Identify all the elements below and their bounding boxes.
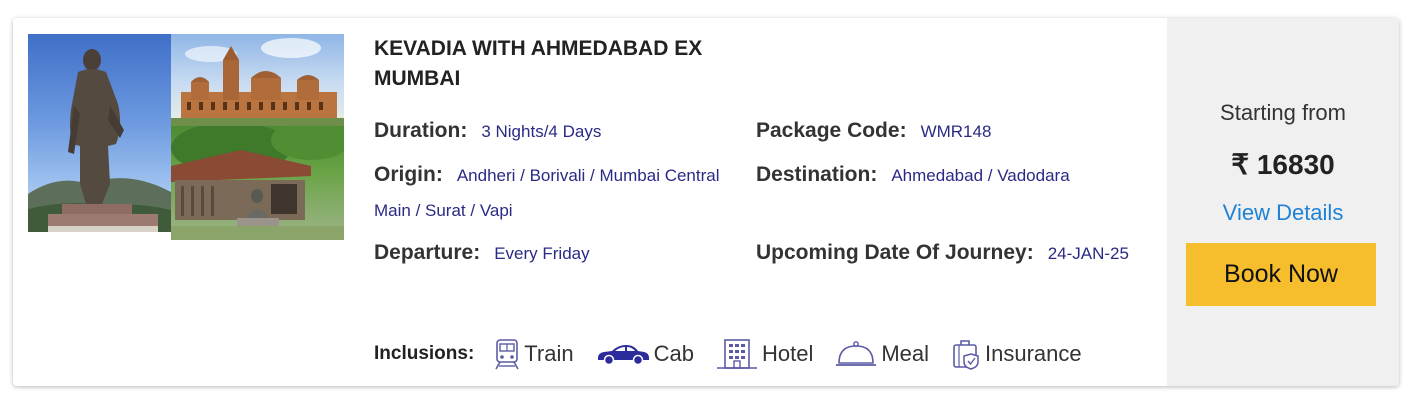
departure-value: Every Friday <box>494 244 590 263</box>
package-title[interactable]: KEVADIA WITH AHMEDABAD EX MUMBAI <box>374 34 794 94</box>
destination-field: Destination: Ahmedabad / Vadodara <box>756 158 1070 194</box>
inclusion-hotel: Hotel <box>716 338 813 370</box>
origin-field: Origin: Andheri / Borivali / Mumbai Centr… <box>374 158 746 229</box>
destination-label: Destination: <box>756 163 878 186</box>
inclusion-label: Train <box>524 341 574 366</box>
palace-photo <box>171 34 344 126</box>
departure-label: Departure: <box>374 241 481 264</box>
duration-field: Duration: 3 Nights/4 Days <box>374 114 601 150</box>
package-card: KEVADIA WITH AHMEDABAD EX MUMBAI Duratio… <box>13 18 1399 386</box>
inclusion-label: Meal <box>881 341 930 366</box>
meal-cloche-icon <box>836 341 877 366</box>
train-icon <box>495 339 519 370</box>
pricing-panel: Starting from ₹ 16830 View Details Book … <box>1167 18 1399 386</box>
ashram-photo <box>171 126 344 240</box>
inclusion-meal: Meal <box>835 339 929 369</box>
inclusion-label: Cab <box>653 341 694 366</box>
inclusions-label: Inclusions: <box>374 343 475 364</box>
inclusion-label: Hotel <box>761 341 814 366</box>
price-value: ₹ 16830 <box>1231 149 1335 180</box>
origin-label: Origin: <box>374 163 443 186</box>
starting-from-label: Starting from <box>1220 100 1346 125</box>
departure-field: Departure: Every Friday <box>374 236 590 272</box>
duration-label: Duration: <box>374 119 468 142</box>
inclusion-cab: Cab <box>596 341 694 367</box>
journey-date-label: Upcoming Date Of Journey: <box>756 241 1034 264</box>
book-now-button[interactable]: Book Now <box>1186 243 1376 306</box>
journey-date-field: Upcoming Date Of Journey: 24-JAN-25 <box>756 236 1141 272</box>
package-code-value: WMR148 <box>920 122 992 141</box>
inclusion-insurance: Insurance <box>951 338 1082 370</box>
duration-value: 3 Nights/4 Days <box>481 122 602 141</box>
car-icon <box>597 345 649 366</box>
package-image[interactable] <box>28 34 344 240</box>
package-code-field: Package Code: WMR148 <box>756 114 991 150</box>
insurance-icon <box>953 340 979 370</box>
view-details-link[interactable]: View Details <box>1167 200 1399 226</box>
inclusions-row: Inclusions: Train Cab Hotel Meal Insuran… <box>374 336 1104 372</box>
destination-value: Ahmedabad / Vadodara <box>891 166 1070 185</box>
package-code-label: Package Code: <box>756 119 907 142</box>
inclusion-train: Train <box>494 338 574 370</box>
hotel-icon <box>716 339 757 369</box>
inclusion-label: Insurance <box>985 341 1082 366</box>
statue-photo <box>28 34 171 232</box>
journey-date-value: 24-JAN-25 <box>1047 244 1129 263</box>
